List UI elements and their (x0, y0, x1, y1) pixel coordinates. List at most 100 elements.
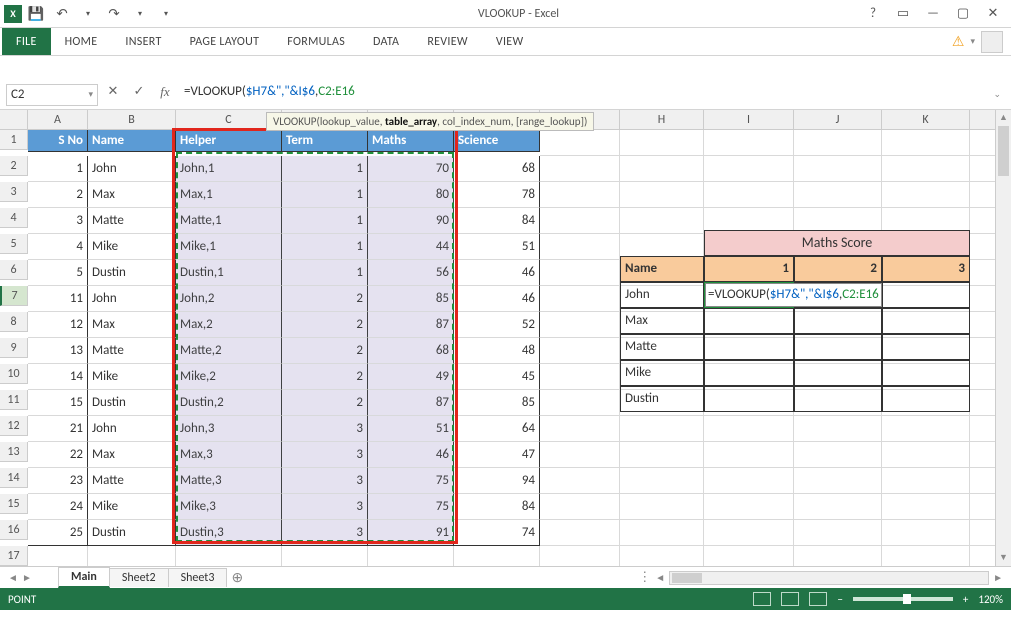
cell[interactable]: Science (454, 130, 540, 152)
cell[interactable]: Dustin (88, 260, 176, 286)
cell[interactable] (540, 546, 620, 566)
cell[interactable] (540, 130, 620, 156)
cell[interactable] (620, 208, 704, 234)
cell[interactable]: Matte (88, 338, 176, 364)
cell[interactable] (540, 520, 620, 546)
lookup-cell[interactable] (882, 334, 970, 360)
cell[interactable]: Term (282, 130, 368, 152)
cell[interactable]: 84 (454, 494, 540, 520)
vertical-scrollbar[interactable]: ▲ ▼ (995, 110, 1011, 566)
cell[interactable]: 15 (28, 390, 88, 416)
cell[interactable]: 44 (368, 234, 454, 260)
row-header[interactable]: 16 (0, 520, 28, 540)
view-page-break-button[interactable] (809, 592, 827, 606)
name-box[interactable]: C2 ▾ (6, 84, 98, 106)
lookup-name[interactable]: Mike (620, 360, 704, 386)
warning-icon[interactable]: ⚠ (952, 33, 965, 50)
column-header[interactable]: I (704, 110, 794, 130)
cell[interactable]: 3 (28, 208, 88, 234)
cell[interactable] (794, 416, 882, 442)
tab-view[interactable]: VIEW (482, 28, 538, 55)
lookup-name-header[interactable]: Name (620, 256, 704, 282)
tab-insert[interactable]: INSERT (111, 28, 175, 55)
cell[interactable] (882, 182, 970, 208)
cell[interactable]: 23 (28, 468, 88, 494)
cell[interactable]: 91 (368, 520, 454, 546)
cell[interactable]: 2 (282, 286, 368, 312)
sheet-nav-next[interactable]: ► (18, 571, 36, 584)
row-header[interactable]: 11 (0, 390, 28, 410)
cell[interactable] (454, 546, 540, 566)
cell[interactable] (794, 520, 882, 546)
cell[interactable]: 68 (368, 338, 454, 364)
new-sheet-button[interactable]: ⊕ (226, 569, 248, 586)
lookup-col-3[interactable]: 3 (882, 256, 970, 282)
lookup-cell[interactable] (704, 334, 794, 360)
sheet-tab-sheet3[interactable]: Sheet3 (168, 568, 228, 587)
cell[interactable]: 70 (368, 156, 454, 182)
cell[interactable] (620, 156, 704, 182)
cell[interactable]: John,2 (176, 286, 282, 312)
cell[interactable] (704, 182, 794, 208)
lookup-cell[interactable] (882, 360, 970, 386)
cell[interactable]: Matte,1 (176, 208, 282, 234)
cell[interactable]: 74 (454, 520, 540, 546)
hscroll-divider[interactable]: ⋮ (638, 570, 651, 585)
cell[interactable] (794, 182, 882, 208)
horizontal-scrollbar[interactable] (669, 571, 989, 585)
cell[interactable]: 11 (28, 286, 88, 312)
cell[interactable]: Max (88, 312, 176, 338)
cell[interactable]: 3 (282, 520, 368, 546)
cell[interactable]: John (88, 286, 176, 312)
row-header[interactable]: 5 (0, 234, 28, 254)
cell[interactable]: S No (28, 130, 88, 152)
cell[interactable] (282, 546, 368, 566)
undo-button[interactable]: ↶ (50, 3, 74, 25)
cell[interactable]: 1 (28, 156, 88, 182)
cell[interactable]: 14 (28, 364, 88, 390)
cell[interactable]: Max,3 (176, 442, 282, 468)
lookup-col-1[interactable]: 1 (704, 256, 794, 282)
undo-dropdown[interactable]: ▾ (76, 3, 100, 25)
cell[interactable]: 46 (454, 260, 540, 286)
cell[interactable] (620, 494, 704, 520)
cell[interactable]: Max,1 (176, 182, 282, 208)
cell[interactable]: 21 (28, 416, 88, 442)
worksheet-grid[interactable]: ABCDEFGHIJK1S NoNameHelperTermMathsScien… (0, 110, 1011, 566)
cell[interactable] (540, 312, 620, 338)
cell[interactable]: Dustin,2 (176, 390, 282, 416)
tab-home[interactable]: HOME (51, 28, 112, 55)
lookup-name[interactable]: John (620, 282, 704, 308)
name-box-dropdown-icon[interactable]: ▾ (88, 89, 93, 100)
horizontal-scroll-thumb[interactable] (672, 573, 702, 583)
redo-dropdown[interactable]: ▾ (128, 3, 152, 25)
cell[interactable]: 2 (282, 338, 368, 364)
cell[interactable] (540, 182, 620, 208)
row-header[interactable]: 4 (0, 208, 28, 228)
cell[interactable]: 2 (282, 390, 368, 416)
fx-button[interactable]: fx (154, 84, 176, 106)
row-header[interactable]: 9 (0, 338, 28, 358)
close-button[interactable]: ✕ (979, 6, 1007, 21)
lookup-col-2[interactable]: 2 (794, 256, 882, 282)
cell[interactable]: Matte (88, 468, 176, 494)
cell[interactable]: 85 (368, 286, 454, 312)
cell[interactable]: Max (88, 182, 176, 208)
cell-editor[interactable]: =VLOOKUP($H7&","&I$6,C2:E16 (705, 283, 882, 307)
cell[interactable]: John,1 (176, 156, 282, 182)
cell[interactable]: 78 (454, 182, 540, 208)
cell[interactable]: 75 (368, 494, 454, 520)
cell[interactable]: 22 (28, 442, 88, 468)
cell[interactable] (882, 468, 970, 494)
cell[interactable]: Mike,3 (176, 494, 282, 520)
cell[interactable]: Mike (88, 494, 176, 520)
cell[interactable]: 52 (454, 312, 540, 338)
column-header[interactable]: B (88, 110, 176, 130)
cell[interactable]: 87 (368, 312, 454, 338)
cell[interactable] (620, 182, 704, 208)
cell[interactable]: 2 (282, 364, 368, 390)
tab-formulas[interactable]: FORMULAS (273, 28, 359, 55)
zoom-level[interactable]: 120% (978, 593, 1003, 606)
redo-button[interactable]: ↷ (102, 3, 126, 25)
cell[interactable]: Dustin (88, 390, 176, 416)
